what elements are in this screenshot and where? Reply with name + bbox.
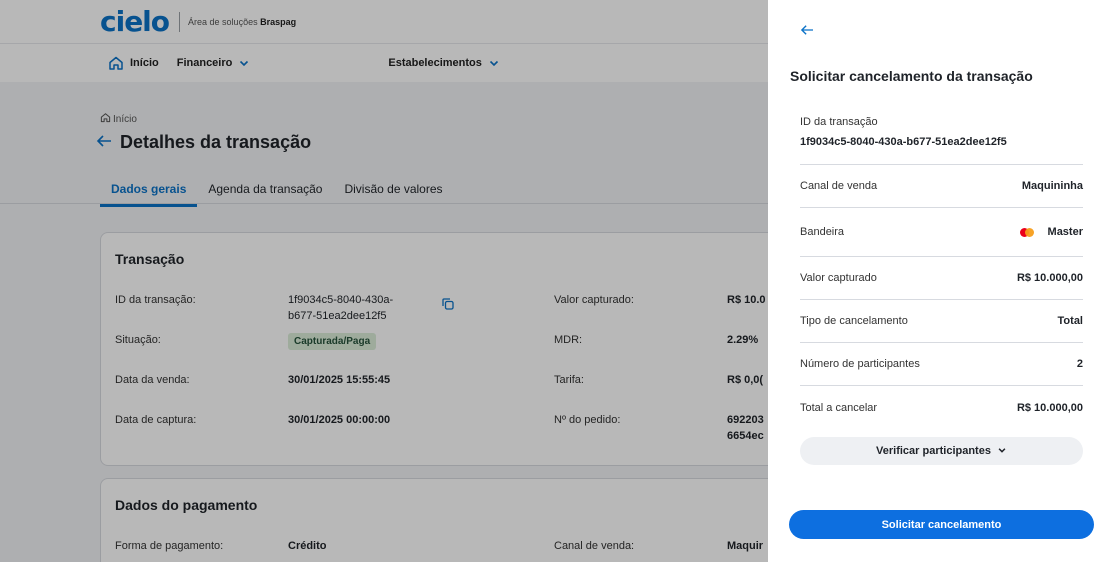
drawer-title: Solicitar cancelamento da transação xyxy=(790,68,1033,84)
brand-value: Master xyxy=(1019,226,1083,238)
detail-value: 1f9034c5-8040-430a-b677-51ea2dee12f5 xyxy=(800,136,1007,148)
detail-label: Total a cancelar xyxy=(800,401,878,414)
detail-row-sales-channel: Canal de venda Maquininha xyxy=(800,165,1083,208)
detail-value: Total xyxy=(1057,315,1083,327)
detail-label: Valor capturado xyxy=(800,272,877,284)
cancel-details-list: ID da transação 1f9034c5-8040-430a-b677-… xyxy=(800,110,1083,429)
cancel-drawer: Solicitar cancelamento da transação ID d… xyxy=(768,0,1110,562)
detail-value: Master xyxy=(1047,226,1083,238)
detail-row-cancel-type: Tipo de cancelamento Total xyxy=(800,300,1083,343)
detail-value: 2 xyxy=(1076,358,1083,370)
detail-value: R$ 10.000,00 xyxy=(1016,401,1083,414)
detail-row-total-to-cancel: Total a cancelar R$ 10.000,00 xyxy=(800,386,1083,429)
detail-row-participants: Número de participantes 2 xyxy=(800,343,1083,386)
detail-row-captured-value: Valor capturado R$ 10.000,00 xyxy=(800,257,1083,300)
arrow-left-icon xyxy=(800,23,814,41)
modal-backdrop[interactable] xyxy=(0,0,768,562)
chevron-down-icon xyxy=(997,445,1007,458)
detail-label: Número de participantes xyxy=(800,358,920,370)
detail-value: R$ 10.000,00 xyxy=(1016,272,1083,284)
detail-row-card-brand: Bandeira Master xyxy=(800,208,1083,257)
mastercard-icon xyxy=(1019,227,1034,237)
detail-label: ID da transação xyxy=(800,116,878,128)
detail-value: Maquininha xyxy=(1021,180,1083,192)
detail-row-transaction-id: ID da transação 1f9034c5-8040-430a-b677-… xyxy=(800,110,1083,165)
detail-label: Bandeira xyxy=(800,226,845,238)
back-button[interactable] xyxy=(796,22,818,42)
request-cancellation-button[interactable]: Solicitar cancelamento xyxy=(789,510,1094,539)
verify-participants-button[interactable]: Verificar participantes xyxy=(800,437,1083,465)
verify-participants-label: Verificar participantes xyxy=(876,445,991,457)
detail-label: Tipo de cancelamento xyxy=(800,315,908,327)
detail-label: Canal de venda xyxy=(800,180,878,192)
